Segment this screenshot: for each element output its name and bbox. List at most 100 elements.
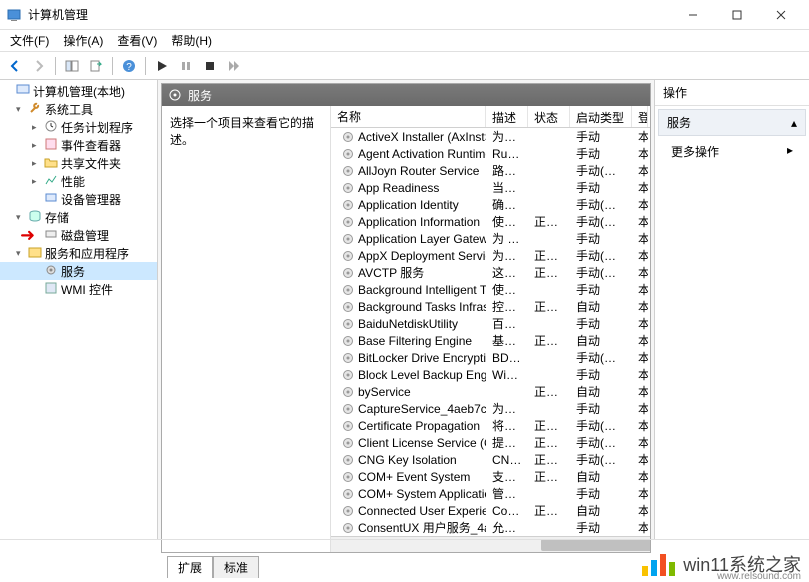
service-row[interactable]: Application Identity确定 ...手动(触发 ...本	[331, 196, 650, 213]
service-status: 正在 ...	[528, 332, 570, 349]
app-icon	[6, 7, 22, 23]
minimize-button[interactable]	[671, 1, 715, 29]
service-name: ActiveX Installer (AxInstSV)	[358, 130, 486, 144]
service-desc: 为调 ...	[486, 400, 528, 417]
service-row[interactable]: COM+ Event System支持 ...正在 ...自动本	[331, 468, 650, 485]
back-button[interactable]	[4, 55, 26, 77]
tree-disk-management[interactable]: 磁盘管理	[0, 226, 157, 244]
service-startup: 手动	[570, 519, 632, 536]
service-desc: 允许 ...	[486, 519, 528, 536]
service-row[interactable]: AllJoyn Router Service路由 ...手动(触发 ...本	[331, 162, 650, 179]
start-service-button[interactable]	[151, 55, 173, 77]
service-row[interactable]: Connected User Experienc...Con...正在 ...自…	[331, 502, 650, 519]
service-row[interactable]: AppX Deployment Service ...为部 ...正在 ...手…	[331, 247, 650, 264]
tree-system-tools[interactable]: ▾系统工具	[0, 100, 157, 118]
maximize-button[interactable]	[715, 1, 759, 29]
service-icon	[341, 232, 355, 246]
service-row[interactable]: BitLocker Drive Encryption ...BDE...手动(触…	[331, 349, 650, 366]
service-row[interactable]: CaptureService_4aeb7ca为调 ...手动本	[331, 400, 650, 417]
menu-action[interactable]: 操作(A)	[57, 30, 109, 51]
service-logon: 本	[632, 451, 648, 468]
tree-shared-folders[interactable]: ▸共享文件夹	[0, 154, 157, 172]
restart-service-button[interactable]	[223, 55, 245, 77]
service-icon	[341, 419, 355, 433]
service-row[interactable]: Background Tasks Infrastru...控制 ...正在 ..…	[331, 298, 650, 315]
service-name: ConsentUX 用户服务_4aeb...	[358, 519, 486, 536]
service-row[interactable]: AVCTP 服务这是 ...正在 ...手动(触发 ...本	[331, 264, 650, 281]
service-row[interactable]: App Readiness当用 ...手动本	[331, 179, 650, 196]
tree-event-viewer[interactable]: ▸事件查看器	[0, 136, 157, 154]
panel-title: 服务	[188, 87, 212, 104]
tree-services[interactable]: 服务	[0, 262, 157, 280]
service-startup: 手动(触发 ...	[570, 247, 632, 264]
actions-group[interactable]: 服务 ▴	[658, 109, 806, 136]
service-desc: Con...	[486, 504, 528, 518]
menu-help[interactable]: 帮助(H)	[165, 30, 218, 51]
service-name: COM+ Event System	[358, 470, 470, 484]
tree-storage[interactable]: ▾存储	[0, 208, 157, 226]
tree-performance[interactable]: ▸性能	[0, 172, 157, 190]
service-row[interactable]: BaiduNetdiskUtility百度 ...手动本	[331, 315, 650, 332]
service-desc: 确定 ...	[486, 196, 528, 213]
service-row[interactable]: CNG Key IsolationCNG...正在 ...手动(触发 ...本	[331, 451, 650, 468]
service-row[interactable]: Block Level Backup Engine ...Win...手动本	[331, 366, 650, 383]
forward-button[interactable]	[28, 55, 50, 77]
col-name[interactable]: 名称	[331, 106, 486, 127]
tree-services-apps[interactable]: ▾服务和应用程序	[0, 244, 157, 262]
tree-root[interactable]: 计算机管理(本地)	[0, 82, 157, 100]
tree-wmi[interactable]: WMI 控件	[0, 280, 157, 298]
gear-icon	[44, 263, 58, 280]
service-logon: 本	[632, 400, 648, 417]
service-name: Block Level Backup Engine ...	[358, 368, 486, 382]
service-status: 正在 ...	[528, 451, 570, 468]
toolbar-separator	[145, 57, 146, 75]
service-row[interactable]: ConsentUX 用户服务_4aeb...允许 ...手动本	[331, 519, 650, 536]
service-row[interactable]: Application Information使用 ...正在 ...手动(触发…	[331, 213, 650, 230]
service-row[interactable]: Background Intelligent Tra...使用 ...手动本	[331, 281, 650, 298]
pause-service-button[interactable]	[175, 55, 197, 77]
watermark-url: www.relsound.com	[717, 571, 801, 582]
service-icon	[341, 266, 355, 280]
service-row[interactable]: byService正在 ...自动本	[331, 383, 650, 400]
service-icon	[341, 198, 355, 212]
export-button[interactable]	[85, 55, 107, 77]
tree-device-manager[interactable]: 设备管理器	[0, 190, 157, 208]
service-icon	[341, 504, 355, 518]
service-row[interactable]: Base Filtering Engine基本 ...正在 ...自动本	[331, 332, 650, 349]
menu-file[interactable]: 文件(F)	[4, 30, 55, 51]
service-icon	[341, 164, 355, 178]
service-row[interactable]: ActiveX Installer (AxInstSV)为从 ...手动本	[331, 128, 650, 145]
service-logon: 本	[632, 298, 648, 315]
service-row[interactable]: Certificate Propagation将用 ...正在 ...手动(触发…	[331, 417, 650, 434]
col-logon[interactable]: 登	[632, 106, 648, 127]
service-logon: 本	[632, 230, 648, 247]
service-desc: 支持 ...	[486, 468, 528, 485]
service-desc: Runt...	[486, 147, 528, 161]
service-status: 正在 ...	[528, 247, 570, 264]
col-status[interactable]: 状态	[528, 106, 570, 127]
service-status: 正在 ...	[528, 264, 570, 281]
stop-service-button[interactable]	[199, 55, 221, 77]
col-startup[interactable]: 启动类型	[570, 106, 632, 127]
service-row[interactable]: Application Layer Gateway ...为 In...手动本	[331, 230, 650, 247]
actions-more[interactable]: 更多操作 ▸	[655, 139, 809, 164]
service-startup: 手动(触发 ...	[570, 196, 632, 213]
close-button[interactable]	[759, 1, 803, 29]
help-button[interactable]: ?	[118, 55, 140, 77]
service-name: Base Filtering Engine	[358, 334, 472, 348]
service-row[interactable]: Client License Service (Clip...提供 ...正在 …	[331, 434, 650, 451]
service-startup: 手动(触发 ...	[570, 451, 632, 468]
folder-icon	[44, 155, 58, 172]
col-desc[interactable]: 描述	[486, 106, 528, 127]
service-name: Background Tasks Infrastru...	[358, 300, 486, 314]
chevron-up-icon: ▴	[791, 116, 797, 130]
show-hide-tree-button[interactable]	[61, 55, 83, 77]
service-row[interactable]: COM+ System Application管理 ...手动本	[331, 485, 650, 502]
service-row[interactable]: Agent Activation Runtime ...Runt...手动本	[331, 145, 650, 162]
service-name: Application Information	[358, 215, 480, 229]
menubar: 文件(F) 操作(A) 查看(V) 帮助(H)	[0, 30, 809, 52]
tree-task-scheduler[interactable]: ▸任务计划程序	[0, 118, 157, 136]
computer-icon	[16, 83, 30, 100]
service-name: App Readiness	[358, 181, 439, 195]
menu-view[interactable]: 查看(V)	[111, 30, 163, 51]
